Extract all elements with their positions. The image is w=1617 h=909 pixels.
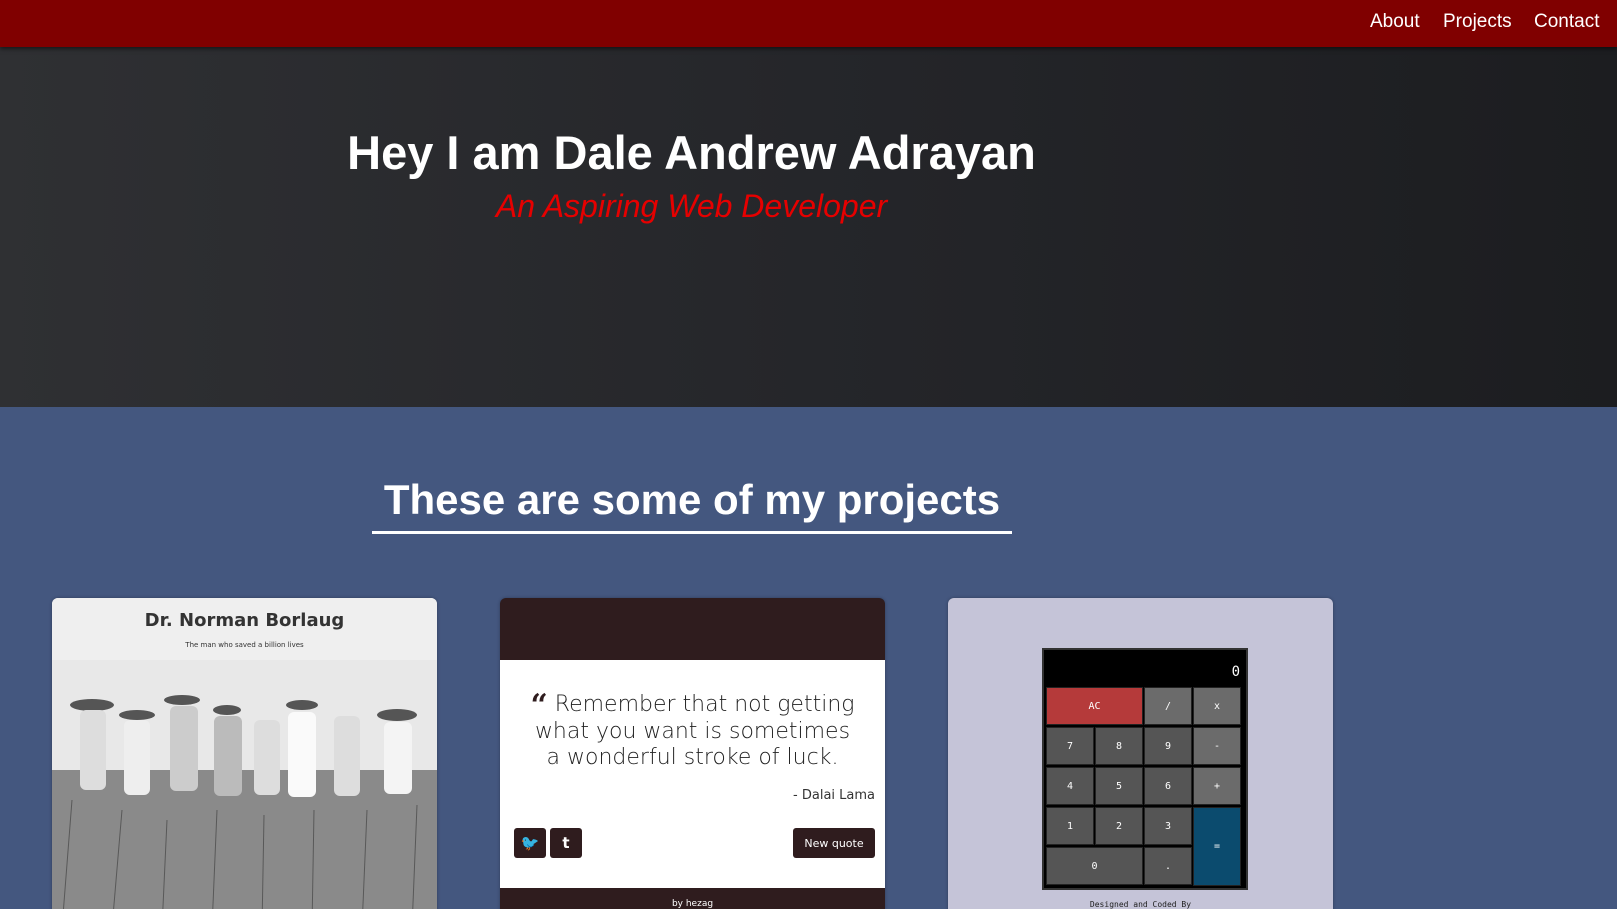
quote-author: - Dalai Lama bbox=[793, 788, 875, 803]
calculator: 0 AC / x 7 8 9 - 4 5 6 + 1 2 3 = 0 . bbox=[1042, 648, 1248, 890]
calc-key-4[interactable]: 4 bbox=[1046, 767, 1094, 805]
hero-title: Hey I am Dale Andrew Adrayan bbox=[347, 126, 1036, 179]
new-quote-button[interactable]: New quote bbox=[793, 828, 875, 858]
hero-subtitle: An Aspiring Web Developer bbox=[495, 188, 888, 224]
calc-key-2[interactable]: 2 bbox=[1095, 807, 1143, 845]
nav-projects-link[interactable]: Projects bbox=[1443, 11, 1512, 33]
project-card-calculator[interactable]: 0 AC / x 7 8 9 - 4 5 6 + 1 2 3 = 0 . Des… bbox=[948, 598, 1333, 909]
calc-key-1[interactable]: 1 bbox=[1046, 807, 1094, 845]
tribute-header: Dr. Norman Borlaug The man who saved a b… bbox=[52, 598, 437, 660]
nav-contact-link[interactable]: Contact bbox=[1534, 11, 1599, 33]
calc-key-7[interactable]: 7 bbox=[1046, 727, 1094, 765]
tumblr-icon: t bbox=[562, 834, 570, 852]
tribute-photo bbox=[52, 660, 437, 909]
calculator-footer: Designed and Coded By bbox=[1089, 900, 1192, 909]
navbar: About Projects Contact bbox=[0, 0, 1617, 47]
calc-key-5[interactable]: 5 bbox=[1095, 767, 1143, 805]
quote-text: Remember that not getting what you want … bbox=[534, 692, 855, 770]
calc-key-add[interactable]: + bbox=[1193, 767, 1241, 805]
tribute-title: Dr. Norman Borlaug bbox=[144, 610, 345, 631]
calc-key-multiply[interactable]: x bbox=[1193, 687, 1241, 725]
twitter-icon: 🐦 bbox=[520, 834, 540, 852]
calc-key-8[interactable]: 8 bbox=[1095, 727, 1143, 765]
heading-underline bbox=[372, 531, 1012, 534]
project-card-quote[interactable]: “ Remember that not getting what you wan… bbox=[500, 598, 885, 909]
calc-key-ac[interactable]: AC bbox=[1046, 687, 1143, 725]
twitter-share-button[interactable]: 🐦 bbox=[514, 828, 546, 858]
projects-heading: These are some of my projects bbox=[383, 476, 1001, 523]
calc-key-6[interactable]: 6 bbox=[1144, 767, 1192, 805]
calc-key-3[interactable]: 3 bbox=[1144, 807, 1192, 845]
calc-key-0[interactable]: 0 bbox=[1046, 847, 1143, 885]
quote-footer: by hezag bbox=[671, 899, 714, 909]
calc-key-equals[interactable]: = bbox=[1193, 807, 1241, 886]
quote-box: “ Remember that not getting what you wan… bbox=[500, 660, 885, 888]
quote-text-wrapper: “ Remember that not getting what you wan… bbox=[530, 691, 855, 771]
calculator-display: 0 bbox=[1231, 664, 1240, 680]
calc-key-divide[interactable]: / bbox=[1144, 687, 1192, 725]
tumblr-share-button[interactable]: t bbox=[550, 828, 582, 858]
farmers-photo-image bbox=[52, 660, 437, 909]
hero-section: Hey I am Dale Andrew Adrayan An Aspiring… bbox=[0, 47, 1617, 407]
calc-key-9[interactable]: 9 bbox=[1144, 727, 1192, 765]
tribute-tagline: The man who saved a billion lives bbox=[185, 641, 304, 649]
nav-about-link[interactable]: About bbox=[1370, 11, 1420, 33]
calc-key-decimal[interactable]: . bbox=[1144, 847, 1192, 885]
project-card-tribute[interactable]: Dr. Norman Borlaug The man who saved a b… bbox=[52, 598, 437, 909]
quote-icon: “ bbox=[530, 688, 548, 723]
projects-section: These are some of my projects Dr. Norman… bbox=[0, 407, 1617, 909]
calc-key-subtract[interactable]: - bbox=[1193, 727, 1241, 765]
